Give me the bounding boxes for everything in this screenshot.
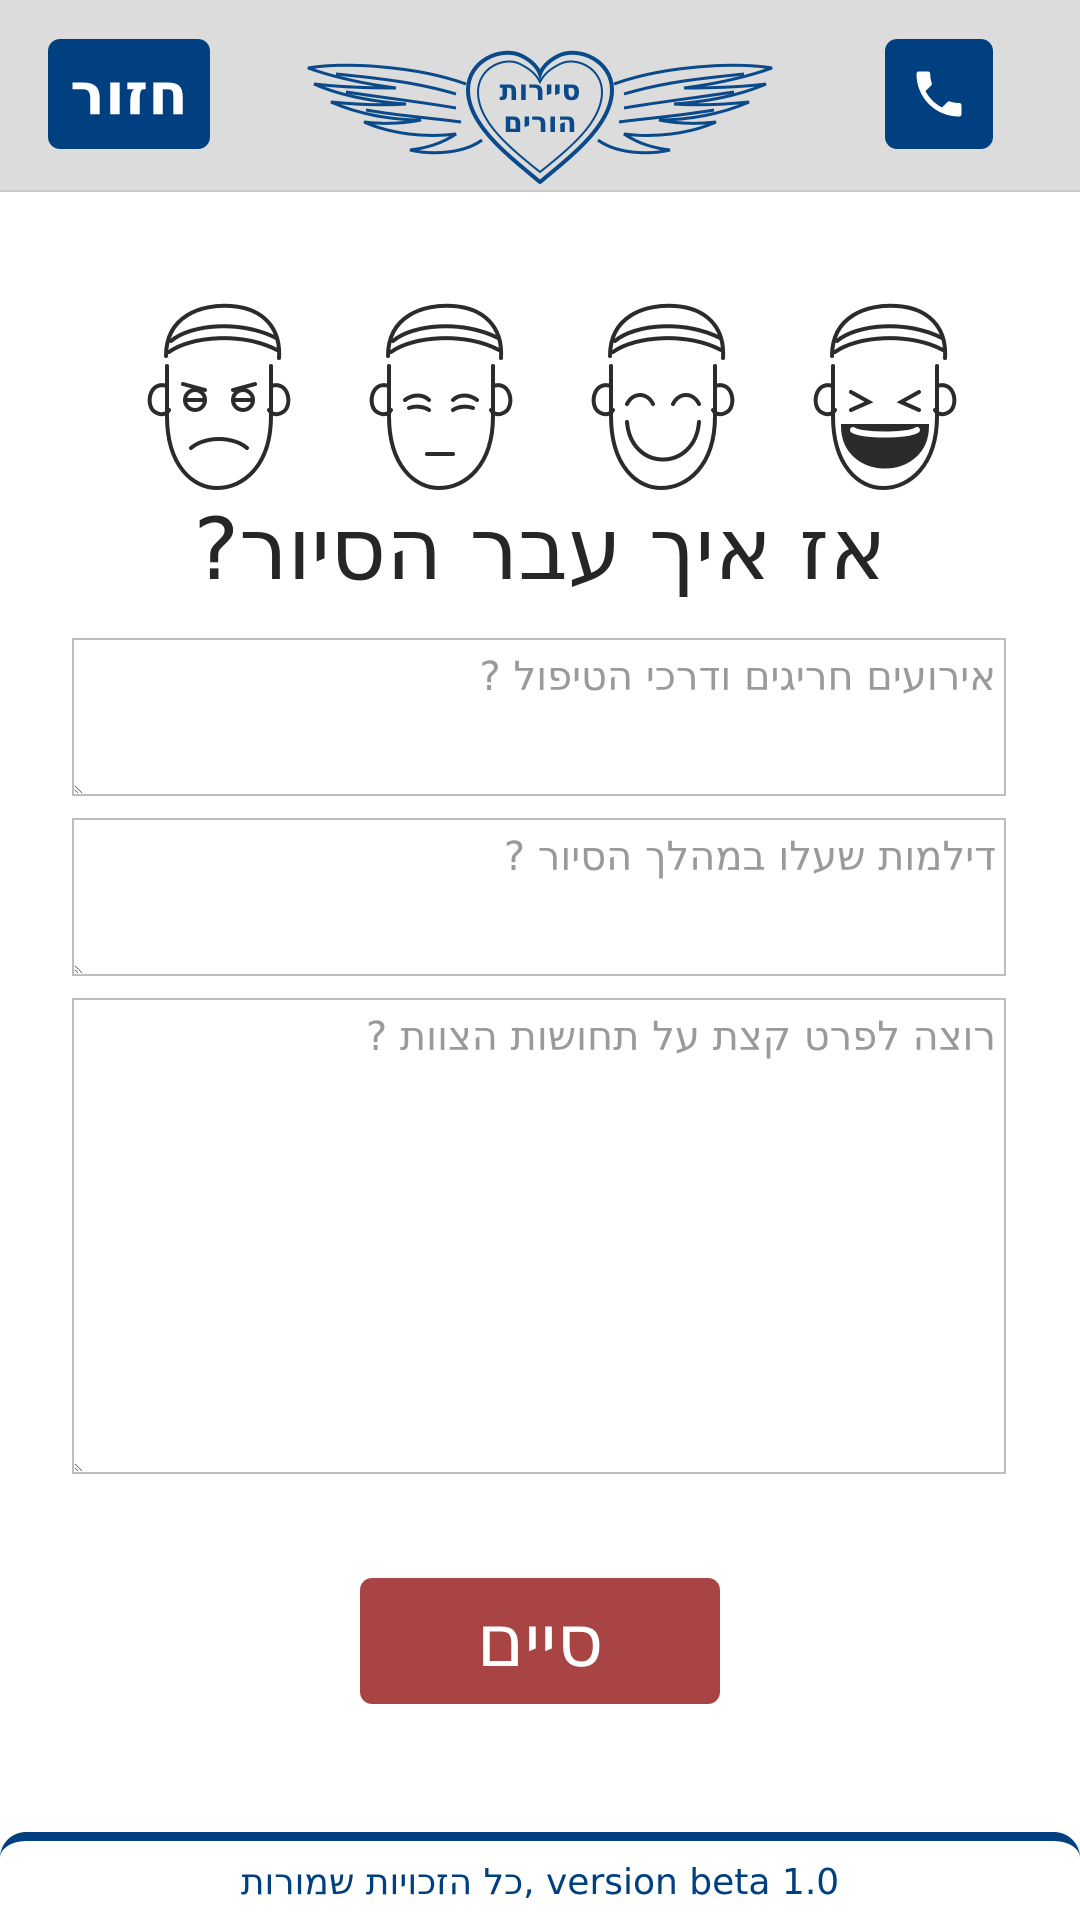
- logo-text-line2: הורים: [503, 106, 576, 139]
- back-button[interactable]: חזור: [48, 39, 210, 149]
- sad-face-icon[interactable]: [353, 296, 523, 496]
- logo-text-line1: סיירות: [499, 74, 580, 107]
- smiling-face-icon[interactable]: [575, 296, 745, 496]
- phone-icon: [916, 71, 962, 117]
- footer-text: כל הזכויות שמורות, version beta 1.0: [240, 1862, 840, 1903]
- finish-button[interactable]: סיים: [360, 1578, 720, 1704]
- laughing-face-icon[interactable]: [797, 296, 967, 496]
- dilemmas-field[interactable]: [72, 818, 1006, 976]
- logo: סיירות הורים: [307, 50, 773, 184]
- unusual-events-field[interactable]: [72, 638, 1006, 796]
- team-feelings-field[interactable]: [72, 998, 1006, 1474]
- angry-face-icon[interactable]: [131, 296, 301, 496]
- call-button[interactable]: [885, 39, 993, 149]
- survey-page: חזור סיירות הורים אז איך עבר הסיור? אירו…: [0, 0, 1080, 1920]
- page-title: אז איך עבר הסיור?: [193, 500, 887, 600]
- header-bar: חזור סיירות הורים: [0, 0, 1080, 192]
